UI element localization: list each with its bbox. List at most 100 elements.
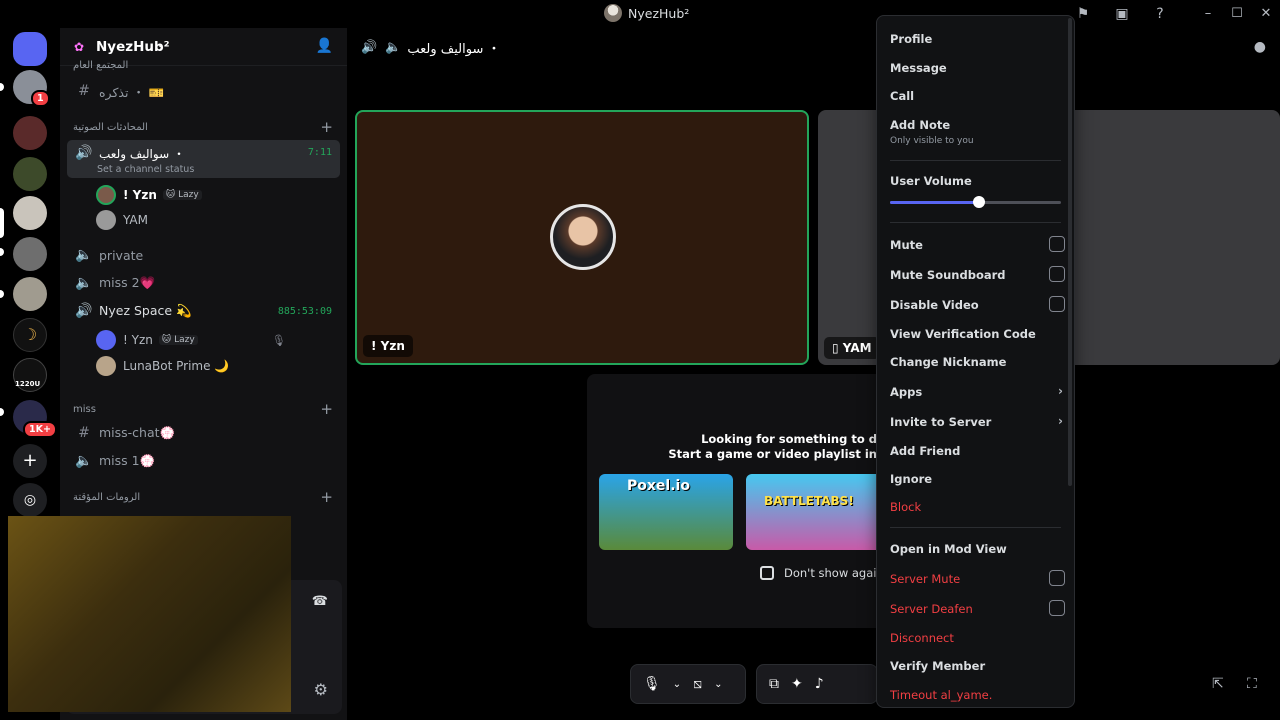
chat-icon[interactable]: ● [1254, 39, 1266, 55]
voice-channel[interactable]: 🔊 Nyez Space 💫 885:53:09 [67, 298, 340, 324]
invite-user-icon[interactable]: 👤 [316, 38, 333, 54]
menu-item-profile[interactable]: Profile [890, 32, 1065, 46]
activity-heading: Looking for something to d Start a game … [587, 432, 907, 462]
server-icon[interactable] [13, 116, 47, 150]
soundboard-icon[interactable]: ♪ [815, 676, 824, 692]
discord-home-icon[interactable] [13, 32, 47, 66]
add-channel-icon[interactable]: + [320, 118, 333, 136]
checkbox[interactable] [760, 566, 774, 580]
menu-item-disable-video[interactable]: Disable Video [890, 296, 1065, 312]
screen-share-icon[interactable]: ⧉ [769, 676, 779, 692]
menu-item-server-mute[interactable]: Server Mute [890, 570, 1065, 586]
menu-item-apps[interactable]: Apps › [890, 384, 1065, 399]
pop-out-icon[interactable]: ⇱ [1212, 676, 1224, 692]
menu-item-mod-view[interactable]: Open in Mod View [890, 542, 1065, 556]
add-channel-icon[interactable]: + [320, 488, 333, 506]
activities-icon[interactable]: ✦ [791, 676, 803, 692]
voice-channel-active[interactable]: 🔊 سواليف ولعب ・ 7:11 Set a channel statu… [67, 140, 340, 178]
menu-item-call[interactable]: Call [890, 89, 1065, 103]
fullscreen-icon[interactable]: ⛶ [1247, 676, 1257, 692]
inbox-icon[interactable]: ▣ [1112, 4, 1132, 24]
unread-pip [0, 290, 4, 298]
category-label[interactable]: miss [73, 404, 96, 415]
menu-item-server-deafen[interactable]: Server Deafen [890, 600, 1065, 616]
menu-item-timeout[interactable]: Timeout al_yame. [890, 688, 1065, 702]
stage-title: سواليف ولعب ・ [407, 41, 501, 57]
mention-badge: 1 [31, 90, 50, 107]
menu-item-label: Invite to Server [890, 415, 992, 429]
menu-item-label: Mute Soundboard [890, 268, 1006, 282]
minimize-button[interactable]: – [1194, 4, 1222, 24]
checkbox[interactable] [1049, 236, 1065, 252]
avatar [550, 204, 616, 270]
user-volume-slider[interactable] [890, 196, 1061, 208]
window-title-text: NyezHub² [628, 5, 690, 21]
channel-label: تذكره ・ 🎫 [99, 84, 165, 100]
text-channel[interactable]: # miss-chat💮 [67, 420, 340, 446]
checkbox[interactable] [1049, 266, 1065, 282]
checkbox-label: Don't show again [784, 566, 884, 580]
menu-item-mute-soundboard[interactable]: Mute Soundboard [890, 266, 1065, 282]
checkbox[interactable] [1049, 296, 1065, 312]
voice-channel[interactable]: 🔈 miss 2💗 [67, 270, 340, 296]
menu-item-view-verification[interactable]: View Verification Code [890, 327, 1065, 341]
chevron-right-icon: › [1058, 384, 1063, 398]
disconnect-icon[interactable]: ☎ [312, 594, 328, 609]
gear-icon[interactable]: ⚙ [314, 680, 328, 699]
game-title: Poxel.io [627, 478, 690, 494]
category-label[interactable]: المجتمع العام [73, 60, 128, 71]
avatar [96, 210, 116, 230]
server-icon[interactable] [13, 237, 47, 271]
channel-label: miss 1💮 [99, 453, 156, 468]
title-bar: NyezHub² ⚑ ▣ ? – ☐ ✕ [0, 0, 1280, 28]
server-icon[interactable] [13, 157, 47, 191]
chevron-down-icon[interactable]: ⌄ [714, 679, 722, 690]
microphone-icon[interactable]: 🎙 [643, 676, 661, 692]
flag-icon[interactable]: ⚑ [1073, 4, 1093, 24]
camera-off-icon[interactable]: ⧅ [693, 676, 702, 692]
game-card[interactable]: Poxel.io [599, 474, 733, 550]
menu-item-change-nickname[interactable]: Change Nickname [890, 355, 1065, 369]
voice-user[interactable]: ! Yzn 🐱 Lazy [96, 185, 202, 205]
voice-channel[interactable]: 🔈 private [67, 242, 340, 268]
menu-item-ignore[interactable]: Ignore [890, 472, 1065, 486]
slider-knob[interactable] [972, 196, 985, 208]
menu-item-disconnect[interactable]: Disconnect [890, 631, 1065, 645]
maximize-button[interactable]: ☐ [1223, 4, 1251, 24]
voice-user[interactable]: YAM [96, 210, 148, 230]
chevron-down-icon[interactable]: ⌄ [673, 679, 681, 690]
voice-channel[interactable]: 🔈 miss 1💮 [67, 448, 340, 474]
checkbox[interactable] [1049, 600, 1065, 616]
menu-scrollbar[interactable] [1068, 18, 1072, 486]
server-icon[interactable] [13, 277, 47, 311]
game-card[interactable]: BATTLETABS! [746, 474, 886, 550]
menu-item-add-note[interactable]: Add Note Only visible to you [890, 118, 1065, 146]
category-label[interactable]: المحادثات الصوتية [73, 122, 148, 133]
category-label[interactable]: الرومات المؤقتة [73, 492, 140, 503]
add-channel-icon[interactable]: + [320, 400, 333, 418]
user-context-menu: Profile Message Call Add Note Only visib… [876, 15, 1075, 708]
menu-item-verify[interactable]: Verify Member [890, 659, 1065, 673]
menu-item-message[interactable]: Message [890, 61, 1065, 75]
checkbox[interactable] [1049, 570, 1065, 586]
menu-item-block[interactable]: Block [890, 500, 1065, 514]
add-server-icon[interactable]: + [13, 444, 47, 478]
dont-show-checkbox[interactable]: Don't show again [760, 566, 884, 580]
voice-user[interactable]: ! Yzn 🐱 Lazy 🎙 [96, 330, 286, 350]
menu-item-mute[interactable]: Mute [890, 236, 1065, 252]
speaker-icon: 🔈 [75, 275, 93, 291]
menu-item-invite[interactable]: Invite to Server › [890, 414, 1065, 429]
menu-item-add-friend[interactable]: Add Friend [890, 444, 1065, 458]
channel-status[interactable]: Set a channel status [97, 164, 194, 175]
speaker-icon: 🔊 [75, 303, 93, 319]
voice-user[interactable]: LunaBot Prime 🌙 [96, 356, 229, 376]
server-icon-nyezhub[interactable] [13, 196, 47, 230]
channel-timer: 7:11 [307, 147, 332, 158]
text-channel[interactable]: # تذكره ・ 🎫 [67, 78, 340, 104]
menu-divider [890, 527, 1061, 528]
help-icon[interactable]: ? [1150, 4, 1170, 24]
moon-server-icon[interactable]: ☽ [13, 318, 47, 352]
video-tile-speaking[interactable]: ! Yzn [355, 110, 809, 365]
discover-icon[interactable]: ◎ [13, 483, 47, 517]
close-button[interactable]: ✕ [1252, 4, 1280, 24]
